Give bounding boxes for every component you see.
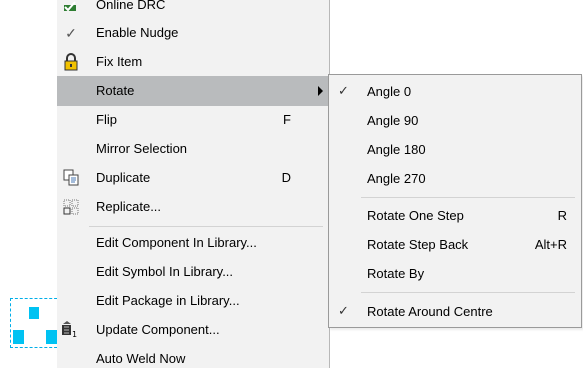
menu-separator (89, 226, 323, 227)
submenu-separator (361, 197, 575, 198)
menu-item-label: Rotate (96, 83, 135, 98)
submenu-item-rotate-step-back[interactable]: Rotate Step Back Alt+R (329, 230, 581, 260)
menu-item-flip[interactable]: Flip F (57, 105, 329, 135)
submenu-item-label: Angle 270 (367, 171, 426, 186)
context-menu: Online DRC ✓ Enable Nudge Fix Item Rotat… (57, 0, 330, 368)
menu-item-label: Online DRC (96, 0, 166, 12)
replicate-icon (60, 197, 82, 217)
check-icon: ✓ (338, 83, 349, 98)
submenu-arrow-icon (318, 86, 323, 96)
menu-item-label: Update Component... (96, 322, 220, 337)
menu-item-replicate[interactable]: Replicate... (57, 192, 329, 222)
submenu-item-label: Angle 0 (367, 84, 412, 99)
submenu-item-shortcut: R (557, 208, 567, 223)
lock-icon (60, 52, 82, 72)
menu-item-label: Edit Symbol In Library... (96, 264, 234, 279)
submenu-item-label: Angle 180 (367, 142, 426, 157)
check-icon: ✓ (338, 303, 349, 318)
menu-item-enable-nudge[interactable]: ✓ Enable Nudge (57, 18, 329, 48)
check-icon: ✓ (65, 24, 77, 41)
menu-item-shortcut: D (281, 170, 291, 185)
menu-item-mirror-selection[interactable]: Mirror Selection (57, 134, 329, 164)
online-drc-icon (60, 0, 82, 15)
menu-item-label: Fix Item (96, 54, 143, 69)
menu-item-label: Duplicate (96, 170, 151, 185)
submenu-separator (361, 292, 575, 293)
submenu-item-angle-180[interactable]: Angle 180 (329, 135, 581, 165)
submenu-item-label: Rotate Step Back (367, 237, 469, 252)
submenu-item-rotate-around-centre[interactable]: ✓ Rotate Around Centre (329, 297, 581, 327)
menu-item-label: Edit Package in Library... (96, 293, 240, 308)
submenu-item-label: Angle 90 (367, 113, 419, 128)
submenu-item-rotate-by[interactable]: Rotate By (329, 259, 581, 289)
menu-item-edit-component-in-library[interactable]: Edit Component In Library... (57, 228, 329, 258)
submenu-item-angle-270[interactable]: Angle 270 (329, 164, 581, 194)
submenu-item-angle-0[interactable]: ✓ Angle 0 (329, 77, 581, 107)
menu-item-edit-package-in-library[interactable]: Edit Package in Library... (57, 286, 329, 316)
menu-item-label: Auto Weld Now (96, 351, 186, 366)
menu-item-fix-item[interactable]: Fix Item (57, 47, 329, 77)
menu-item-label: Mirror Selection (96, 141, 188, 156)
pad (13, 330, 24, 344)
menu-item-duplicate[interactable]: Duplicate D (57, 163, 329, 193)
menu-item-online-drc[interactable]: Online DRC (57, 0, 329, 20)
update-component-icon: 1 (60, 320, 82, 340)
menu-item-label: Replicate... (96, 199, 162, 214)
pad (46, 330, 57, 344)
menu-item-label: Enable Nudge (96, 25, 179, 40)
submenu-item-label: Rotate By (367, 266, 425, 281)
menu-item-edit-symbol-in-library[interactable]: Edit Symbol In Library... (57, 257, 329, 287)
menu-item-rotate[interactable]: Rotate (57, 76, 329, 106)
submenu-item-angle-90[interactable]: Angle 90 (329, 106, 581, 136)
duplicate-icon (60, 168, 82, 188)
menu-item-label: Edit Component In Library... (96, 235, 257, 250)
submenu-item-shortcut: Alt+R (534, 237, 567, 252)
menu-item-update-component[interactable]: 1 Update Component... (57, 315, 329, 345)
rotate-submenu: ✓ Angle 0 Angle 90 Angle 180 Angle 270 R… (328, 74, 582, 328)
menu-item-auto-weld-now[interactable]: Auto Weld Now (57, 344, 329, 374)
submenu-item-label: Rotate One Step (367, 208, 464, 223)
submenu-item-label: Rotate Around Centre (367, 304, 493, 319)
menu-item-shortcut: F (283, 112, 291, 127)
menu-item-label: Flip (96, 112, 117, 127)
pad (29, 307, 39, 319)
svg-text:1: 1 (72, 330, 77, 339)
submenu-item-rotate-one-step[interactable]: Rotate One Step R (329, 201, 581, 231)
